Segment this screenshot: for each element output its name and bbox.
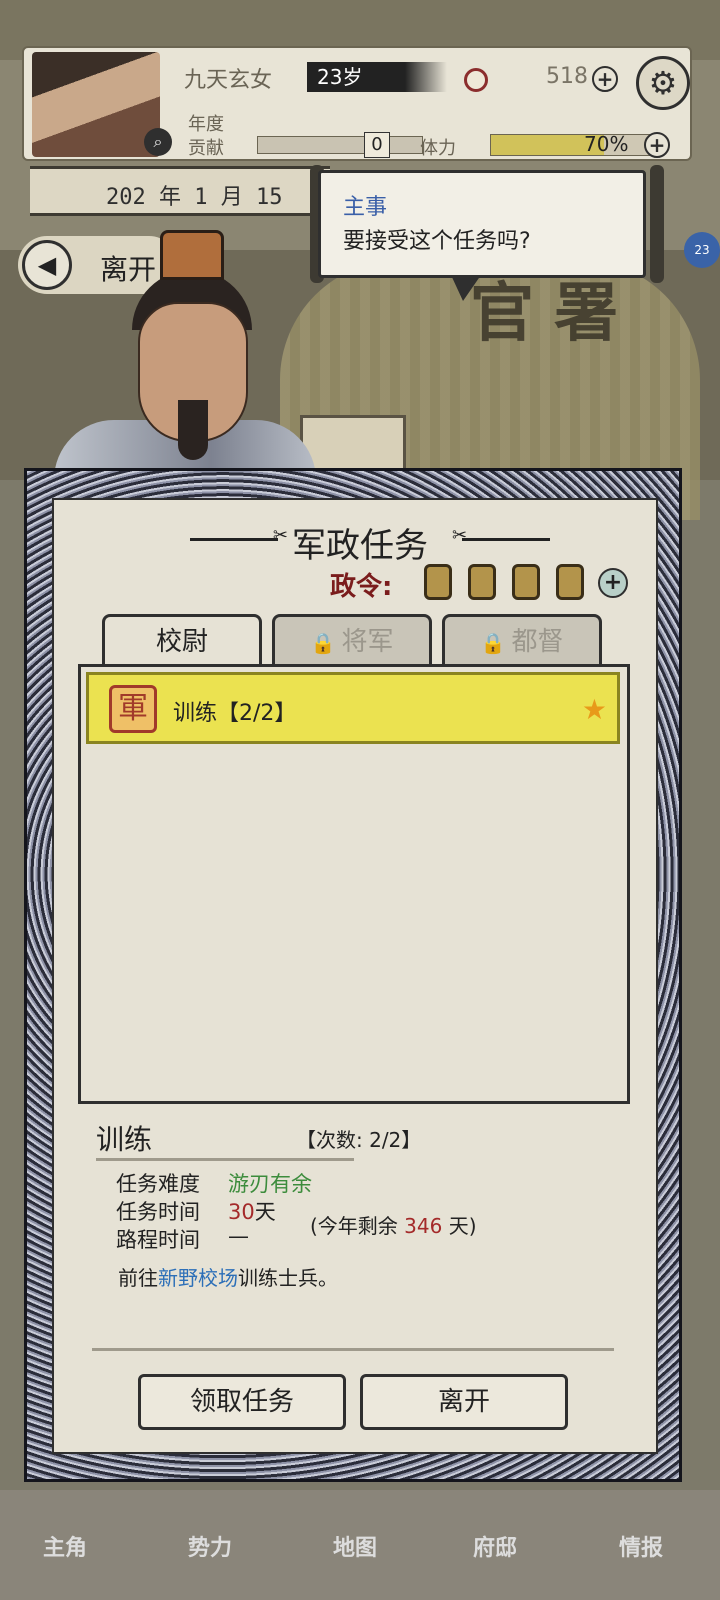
decree-token-icon — [556, 564, 584, 600]
official-portrait — [54, 230, 316, 480]
task-row[interactable]: 軍 训练【2/2】 ★ — [86, 672, 620, 744]
time-unit: 天 — [254, 1200, 276, 1224]
detail-count: 【次数: 2/2】 — [296, 1128, 422, 1152]
contrib-label: 贡献 — [188, 138, 224, 159]
lock-icon: 🔒 — [480, 631, 506, 655]
date-bar: 202 年 1 月 15 — [30, 166, 330, 216]
accept-task-button[interactable]: 领取任务 — [138, 1374, 346, 1430]
add-decree-button[interactable]: + — [598, 568, 628, 598]
lock-icon: 🔒 — [310, 631, 336, 655]
stamina-label: 体力 — [420, 138, 456, 159]
tab-label: 都督 — [511, 627, 564, 657]
detail-divider — [96, 1158, 354, 1161]
nav-label: 府邸 — [472, 1536, 517, 1561]
gear-icon[interactable]: ⚙ — [636, 56, 690, 110]
decree-token-icon — [512, 564, 540, 600]
nav-label: 情报 — [618, 1536, 663, 1561]
nav-intel[interactable]: 情报 — [596, 1530, 686, 1590]
nav-label: 势力 — [187, 1536, 232, 1561]
detail-title: 训练 — [96, 1123, 153, 1156]
nav-label: 主角 — [42, 1536, 87, 1561]
task-name: 训练【2/2】 — [173, 701, 297, 726]
task-description: 前往新野校场训练士兵。 — [118, 1262, 338, 1291]
remain-suffix: 天) — [442, 1214, 477, 1238]
remain-days: (今年剩余 346 天) — [310, 1210, 477, 1239]
desc-place-link[interactable]: 新野校场 — [158, 1266, 238, 1290]
tab-general[interactable]: 🔒 将军 — [272, 614, 432, 666]
time-value: 30 — [228, 1200, 255, 1224]
remain-prefix: (今年剩余 — [310, 1214, 405, 1238]
time-row: 30天 — [228, 1196, 276, 1226]
tab-label: 将军 — [341, 627, 394, 657]
add-coins-button[interactable]: + — [592, 66, 618, 92]
title-decoration-right — [452, 525, 550, 546]
scroll-end-right — [650, 165, 664, 283]
panel-title: 军政任务 — [292, 526, 428, 566]
travel-label: 路程时间 — [116, 1228, 200, 1252]
detail-separator — [92, 1348, 614, 1351]
dialog-text: 要接受这个任务吗? — [343, 229, 531, 254]
desc-suffix: 训练士兵。 — [238, 1266, 338, 1290]
military-seal-icon: 軍 — [109, 685, 157, 733]
time-label: 任务时间 — [116, 1200, 200, 1224]
contrib-bar — [257, 136, 423, 154]
status-card: ⌕ 九天玄女 23岁 518 + ⚙ 年度 贡献 0 体力 70% + — [22, 46, 692, 161]
dialog-speaker: 主事 — [343, 195, 388, 220]
coin-value: 518 — [546, 64, 588, 89]
dialog-bubble: 主事 要接受这个任务吗? — [318, 170, 646, 301]
decree-token-icon — [468, 564, 496, 600]
nav-mansion[interactable]: 府邸 — [450, 1530, 540, 1590]
nav-label: 地图 — [332, 1536, 377, 1561]
player-name: 九天玄女 — [184, 68, 273, 93]
decree-label: 政令: — [330, 572, 393, 602]
desc-prefix: 前往 — [118, 1266, 158, 1290]
leave-button[interactable]: 离开 — [360, 1374, 568, 1430]
decree-token-icon — [424, 564, 452, 600]
search-icon[interactable]: ⌕ — [144, 128, 172, 156]
stamina-value: 70% — [584, 132, 629, 156]
difficulty-value: 游刃有余 — [228, 1172, 312, 1196]
coin-icon — [464, 68, 488, 92]
date-text: 202 年 1 月 15 — [106, 185, 283, 210]
add-stamina-button[interactable]: + — [644, 132, 670, 158]
remain-value: 346 — [404, 1214, 443, 1238]
tab-label: 校尉 — [155, 627, 208, 657]
contrib-value: 0 — [364, 132, 390, 158]
travel-value: — — [228, 1224, 249, 1248]
tab-captain[interactable]: 校尉 — [102, 614, 262, 670]
nav-map[interactable]: 地图 — [310, 1530, 400, 1590]
tab-commander[interactable]: 🔒 都督 — [442, 614, 602, 666]
age-badge: 23岁 — [307, 62, 447, 92]
avatar[interactable] — [32, 52, 160, 157]
nav-protagonist[interactable]: 主角 — [20, 1530, 110, 1590]
side-badge[interactable]: 23 — [684, 232, 720, 268]
nav-faction[interactable]: 势力 — [165, 1530, 255, 1590]
difficulty-label: 任务难度 — [116, 1172, 200, 1196]
year-label: 年度 — [188, 114, 224, 135]
stamina-bar — [490, 134, 654, 156]
star-icon: ★ — [581, 693, 607, 726]
